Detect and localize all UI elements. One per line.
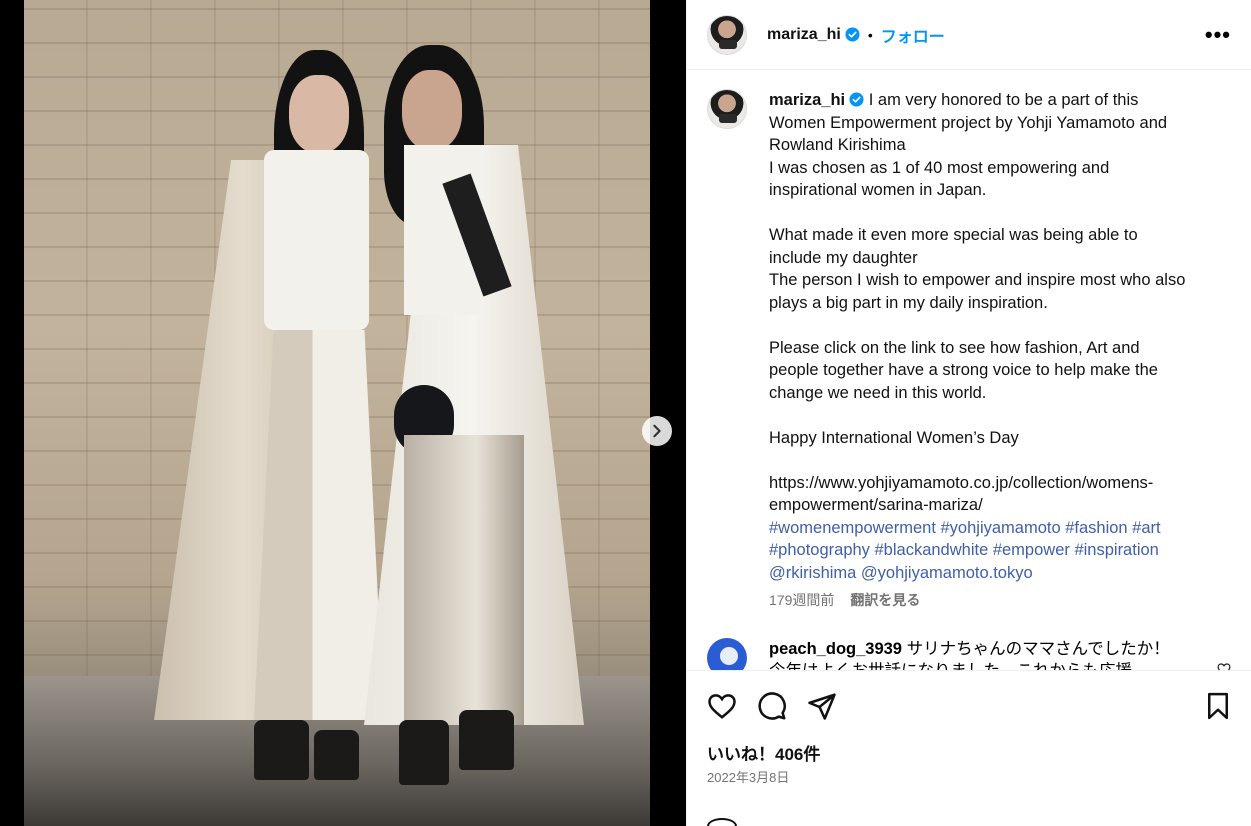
post-photo[interactable] [24, 0, 650, 826]
post-date: 2022年3月8日 [707, 770, 790, 785]
comments-scroll-area[interactable]: mariza_hi I am very honored to be a part… [687, 71, 1251, 671]
post-time-ago[interactable]: 179週間前 [769, 590, 834, 610]
verified-badge-icon [845, 27, 860, 42]
caption-line: inspirational women in Japan. [769, 181, 987, 199]
mention-line[interactable]: @rkirishima @yohjiyamamoto.tokyo [769, 564, 1033, 582]
action-divider [687, 670, 1251, 671]
caption-author-avatar[interactable] [707, 89, 747, 129]
comment-text-block: peach_dog_3939 サリナちゃんのママさんでしたか！ 今年はよくお世話… [769, 638, 1199, 671]
post-caption: mariza_hi I am very honored to be a part… [769, 89, 1219, 584]
caption-line: change we need in this world. [769, 383, 987, 402]
caption-line: people together have a strong voice to h… [769, 361, 1158, 379]
caption-line: Women Empowerment project by Yohji Yamam… [769, 113, 1168, 132]
comment-item: peach_dog_3939 サリナちゃんのママさんでしたか！ 今年はよくお世話… [707, 638, 1231, 671]
post-caption-block: mariza_hi I am very honored to be a part… [707, 89, 1231, 584]
author-username[interactable]: mariza_hi [767, 26, 841, 44]
caption-line: Happy International Women’s Day [769, 428, 1019, 447]
caption-line: The person I wish to empower and inspire… [769, 271, 1186, 289]
caption-line: I was chosen as 1 of 40 most empowering … [769, 158, 1110, 177]
caption-link-line[interactable]: empowerment/sarina-mariza/ [769, 496, 983, 514]
paper-plane-icon[interactable] [807, 691, 837, 721]
chevron-right-icon [653, 424, 661, 438]
emoji-icon[interactable] [707, 818, 737, 826]
more-options-button[interactable]: ••• [1205, 22, 1231, 48]
action-bar [707, 686, 1233, 726]
caption-line: Please click on the link to see how fash… [769, 338, 1140, 357]
like-count[interactable]: いいね！406件 [707, 740, 820, 765]
verified-badge-icon [849, 92, 864, 107]
caption-line: include my daughter [769, 248, 918, 267]
post-media [0, 0, 686, 826]
caption-line: I am very honored to be a part of this [868, 91, 1139, 109]
post-side-panel: mariza_hi • フォロー ••• mariza_hi I am very… [686, 0, 1251, 826]
caption-link-line[interactable]: https://www.yohjiyamamoto.co.jp/collecti… [769, 474, 1153, 492]
header-separator: • [867, 26, 873, 43]
caption-line: Rowland Kirishima [769, 136, 906, 154]
caption-username[interactable]: mariza_hi [769, 91, 845, 109]
figure-right [344, 45, 604, 795]
heart-icon[interactable] [707, 691, 737, 721]
caption-line: What made it even more special was being… [769, 226, 1138, 244]
bookmark-icon[interactable] [1203, 691, 1233, 721]
author-avatar[interactable] [707, 14, 747, 55]
follow-button[interactable]: フォロー [881, 23, 945, 47]
caption-meta: 179週間前 翻訳を見る [769, 590, 1231, 610]
next-photo-button[interactable] [642, 416, 672, 446]
comment-bubble-icon[interactable] [757, 691, 787, 721]
post-header: mariza_hi • フォロー ••• [687, 0, 1251, 70]
translate-button[interactable]: 翻訳を見る [850, 590, 920, 610]
commenter-avatar[interactable] [707, 638, 747, 671]
commenter-username[interactable]: peach_dog_3939 [769, 640, 902, 658]
caption-line: plays a big part in my daily inspiration… [769, 293, 1048, 312]
hashtag-line[interactable]: #womenempowerment #yohjiyamamoto #fashio… [769, 519, 1161, 537]
comment-text: サリナちゃんのママさんでしたか！ [906, 640, 1170, 658]
hashtag-line[interactable]: #photography #blackandwhite #empower #in… [769, 541, 1159, 559]
